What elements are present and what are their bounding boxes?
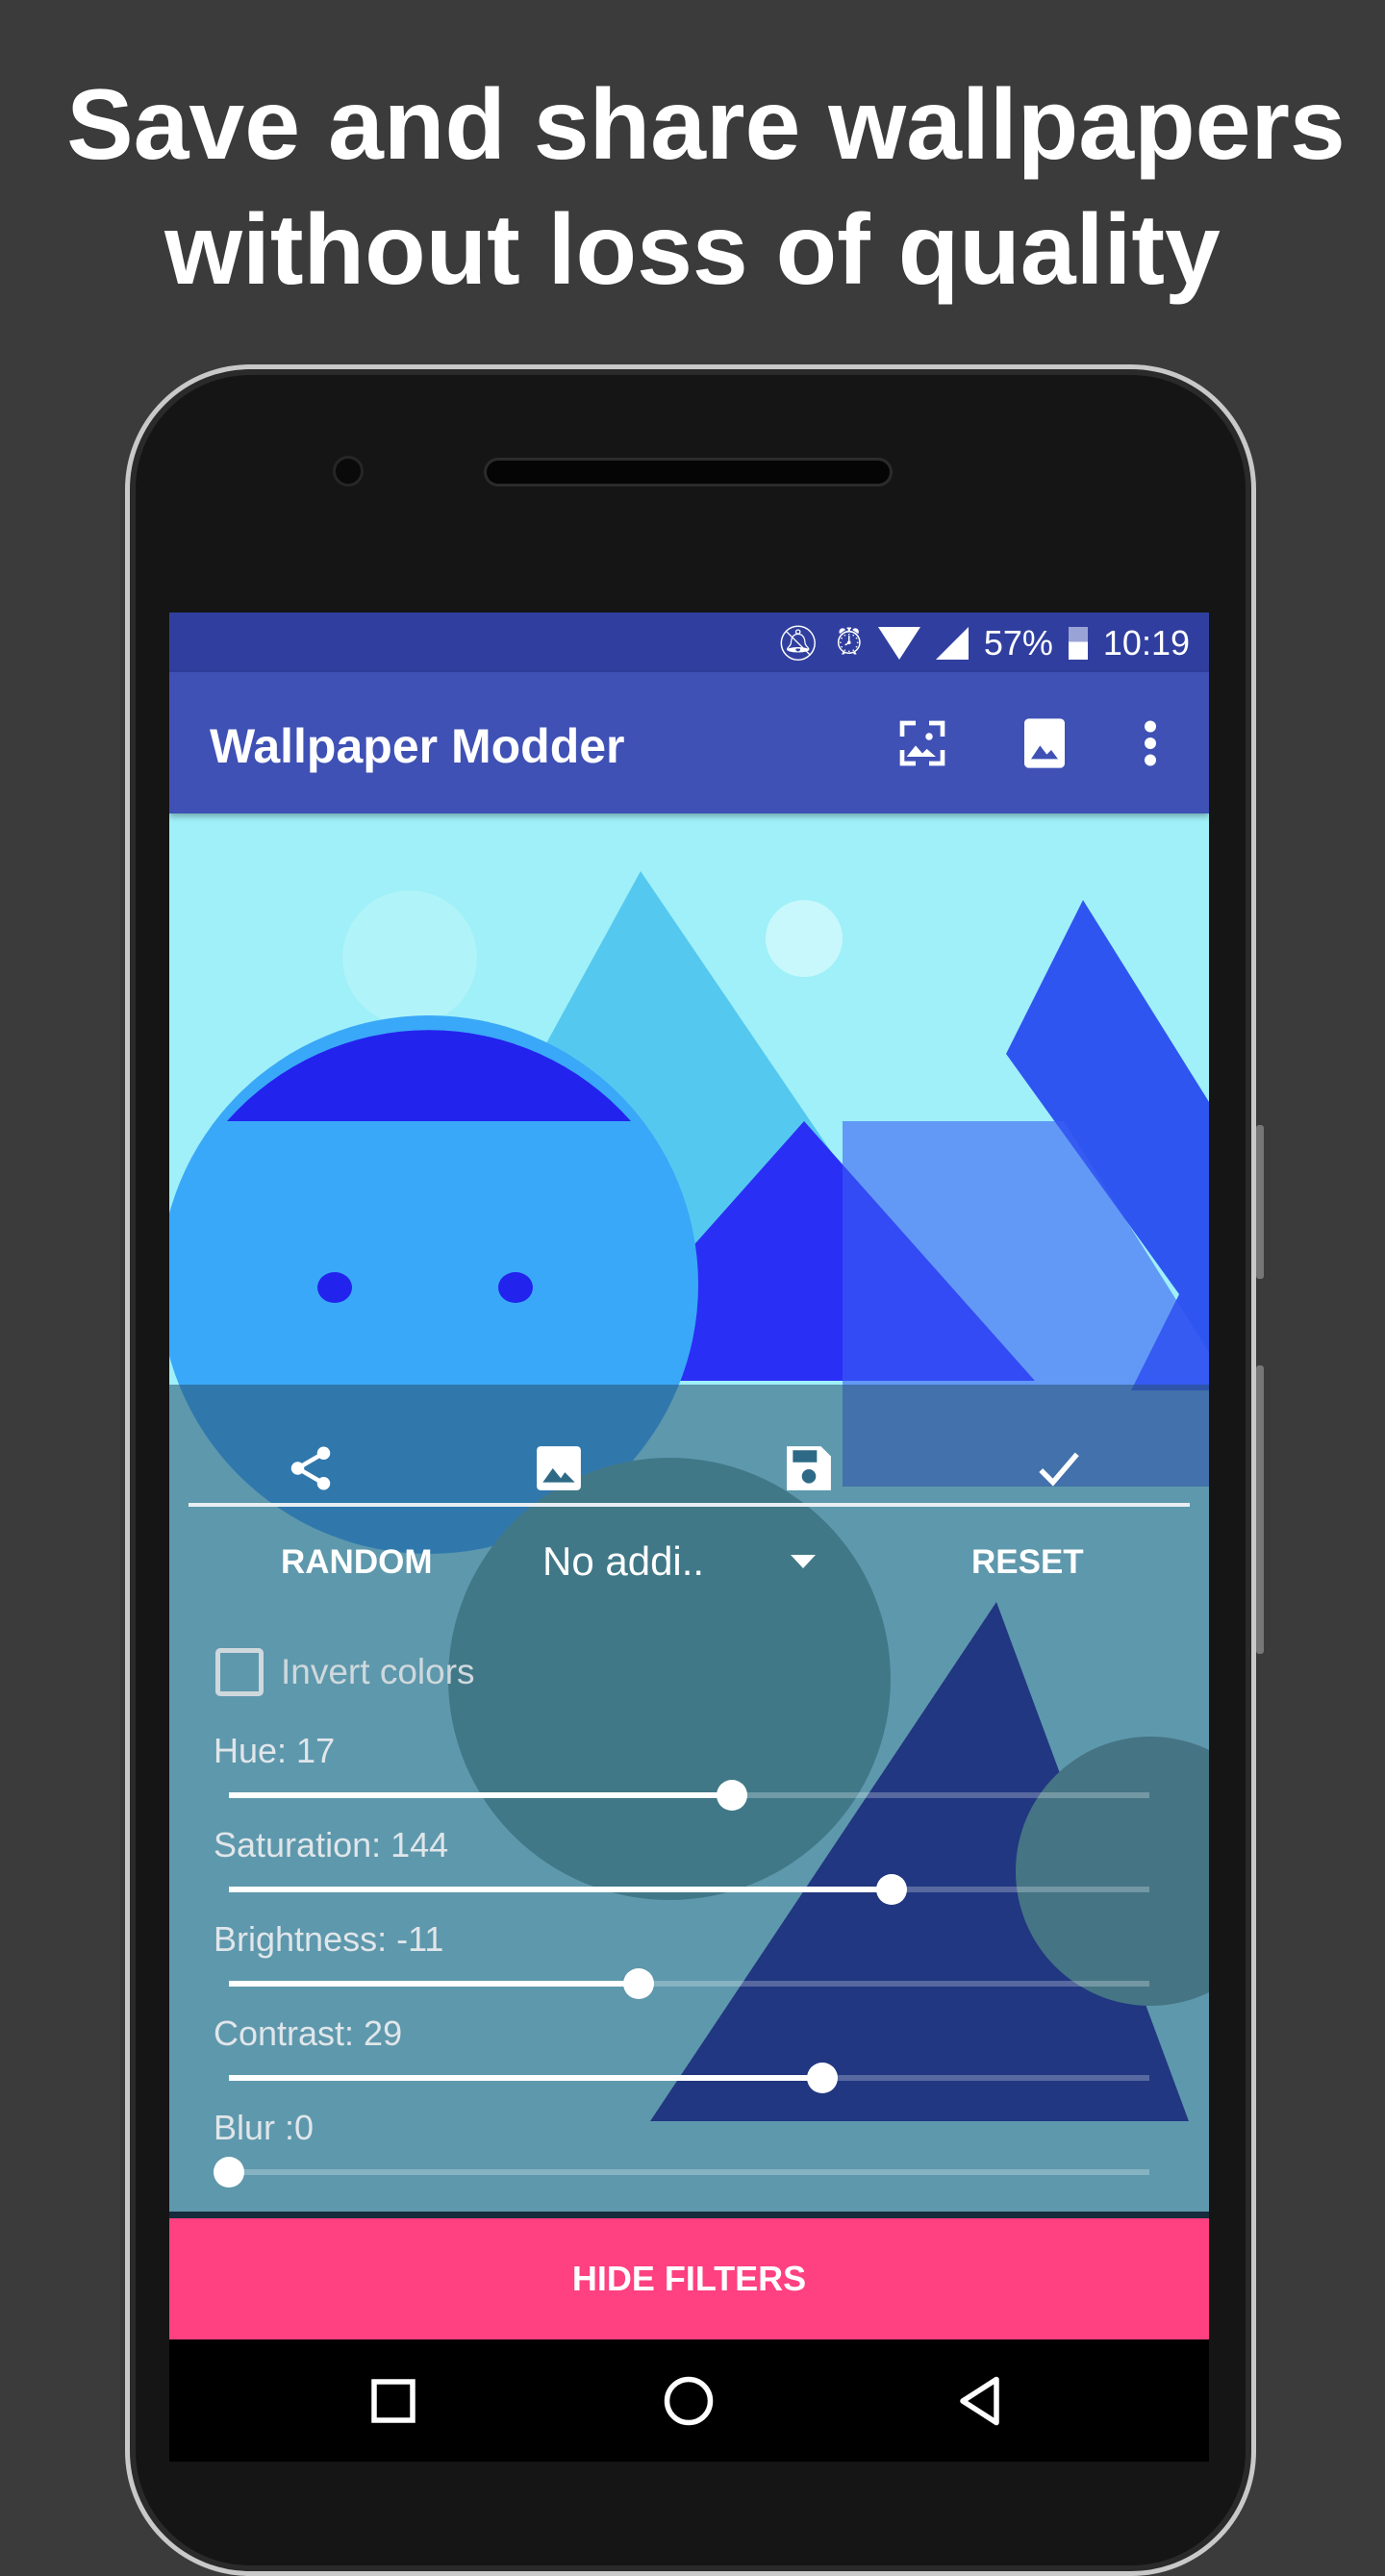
app-title: Wallpaper Modder — [210, 719, 625, 773]
navigation-bar — [169, 2339, 1209, 2462]
invert-colors-label: Invert colors — [281, 1652, 475, 1691]
contrast-slider[interactable] — [229, 2063, 1149, 2093]
back-icon[interactable] — [953, 2372, 1011, 2430]
random-button[interactable]: RANDOM — [281, 1543, 432, 1582]
brightness-slider-thumb[interactable] — [622, 1968, 654, 1999]
phone-screen: 🔕︎ ⏰︎ 57% 10:19 Wallpaper Modder RANDOM … — [169, 613, 1209, 2462]
saturation-slider-fill — [229, 1887, 893, 1892]
wallpaper-icon[interactable] — [894, 714, 951, 772]
battery-percent: 57% — [983, 622, 1053, 663]
filter-panel: RANDOM No addi.. RESET Invert colors Hue… — [169, 1385, 1209, 2218]
blur-label: Blur :0 — [214, 2108, 315, 2147]
volume-button — [1256, 1125, 1264, 1279]
hue-slider-thumb[interactable] — [717, 1780, 748, 1811]
check-icon[interactable] — [1025, 1435, 1093, 1502]
divider — [189, 1503, 1190, 1507]
reset-button[interactable]: RESET — [971, 1543, 1084, 1582]
home-icon[interactable] — [660, 2372, 718, 2430]
hue-slider[interactable] — [229, 1780, 1149, 1811]
invert-colors-checkbox[interactable]: Invert colors — [215, 1648, 475, 1696]
app-bar: Wallpaper Modder — [169, 672, 1209, 813]
contrast-slider-fill — [229, 2075, 823, 2081]
contrast-slider-thumb[interactable] — [807, 2063, 839, 2093]
brightness-label: Brightness: -11 — [214, 1919, 444, 1959]
status-bar: 🔕︎ ⏰︎ 57% 10:19 — [169, 613, 1209, 672]
earpiece-speaker — [484, 458, 893, 487]
brightness-slider-fill — [229, 1981, 639, 1987]
image-icon[interactable] — [1016, 714, 1073, 772]
clock: 10:19 — [1102, 622, 1190, 663]
saturation-slider[interactable] — [229, 1874, 1149, 1905]
effect-select[interactable]: No addi.. — [542, 1538, 817, 1585]
image-icon[interactable] — [525, 1435, 592, 1502]
blur-slider-thumb[interactable] — [214, 2157, 244, 2188]
wifi-icon — [877, 626, 920, 660]
hue-slider-fill — [229, 1792, 733, 1798]
blur-slider[interactable] — [214, 2157, 1149, 2188]
share-icon[interactable] — [277, 1435, 344, 1502]
dropdown-arrow-icon — [791, 1555, 817, 1568]
hue-label: Hue: 17 — [214, 1731, 336, 1770]
more-vert-icon[interactable] — [1121, 714, 1179, 772]
headline-line-1: Save and share wallpapers — [66, 69, 1346, 181]
checkbox-icon[interactable] — [215, 1648, 264, 1696]
battery-icon — [1068, 626, 1088, 660]
save-icon[interactable] — [775, 1435, 843, 1502]
front-camera — [333, 456, 364, 487]
power-button — [1256, 1365, 1264, 1654]
headline-line-2: without loss of quality — [164, 194, 1221, 306]
signal-icon — [935, 626, 969, 660]
contrast-label: Contrast: 29 — [214, 2013, 403, 2053]
hide-filters-button[interactable]: HIDE FILTERS — [169, 2218, 1209, 2339]
alarm-icon: ⏰︎ — [835, 622, 863, 662]
effect-select-value: No addi.. — [542, 1538, 705, 1584]
saturation-label: Saturation: 144 — [214, 1825, 449, 1864]
recents-icon[interactable] — [365, 2372, 422, 2430]
brightness-slider[interactable] — [229, 1968, 1149, 1999]
notifications-off-icon: 🔕︎ — [776, 622, 820, 663]
saturation-slider-thumb[interactable] — [876, 1874, 908, 1905]
